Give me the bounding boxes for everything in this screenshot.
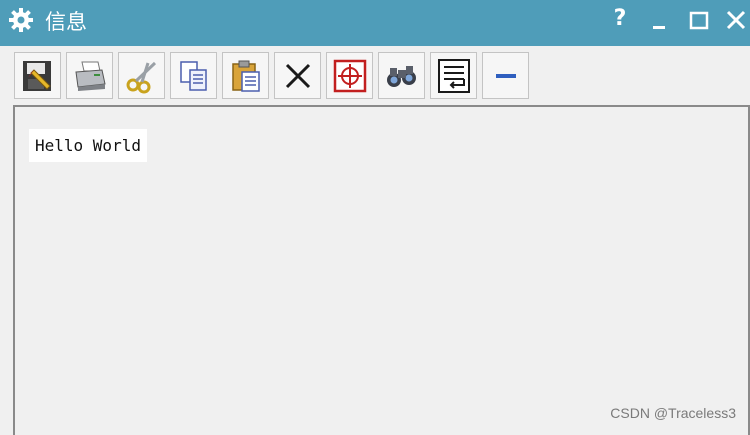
close-button[interactable] (722, 6, 750, 36)
target-button[interactable] (326, 52, 373, 99)
info-text-area[interactable]: Hello World (13, 105, 750, 435)
maximize-button[interactable] (684, 6, 714, 36)
help-icon: ? (613, 6, 627, 31)
collapse-button[interactable] (482, 52, 529, 99)
window-title: 信息 (45, 10, 87, 34)
toolbar (0, 46, 750, 106)
cut-button[interactable] (118, 52, 165, 99)
minimize-icon (653, 26, 665, 29)
minimize-button[interactable] (645, 6, 675, 36)
copy-button[interactable] (170, 52, 217, 99)
scissors-icon (126, 61, 157, 94)
paste-button[interactable] (222, 52, 269, 99)
wrap-button[interactable] (430, 52, 477, 99)
help-button[interactable]: ? (605, 6, 635, 36)
info-text: Hello World (29, 129, 147, 162)
paste-icon (232, 60, 260, 92)
word-wrap-icon (438, 59, 470, 93)
save-button[interactable] (14, 52, 61, 99)
watermark: CSDN @Traceless3 (610, 405, 736, 421)
gear-icon[interactable] (8, 7, 34, 33)
x-icon (285, 63, 311, 89)
binoculars-icon (387, 66, 416, 87)
delete-button[interactable] (274, 52, 321, 99)
print-button[interactable] (66, 52, 113, 99)
copy-icon (180, 61, 207, 91)
title-bar: 信息 ? (0, 0, 750, 46)
printer-icon (75, 61, 106, 91)
maximize-icon (689, 11, 709, 30)
close-icon (726, 10, 746, 30)
crosshair-icon (333, 59, 367, 93)
save-icon (23, 61, 51, 91)
find-button[interactable] (378, 52, 425, 99)
minus-icon (496, 74, 516, 78)
